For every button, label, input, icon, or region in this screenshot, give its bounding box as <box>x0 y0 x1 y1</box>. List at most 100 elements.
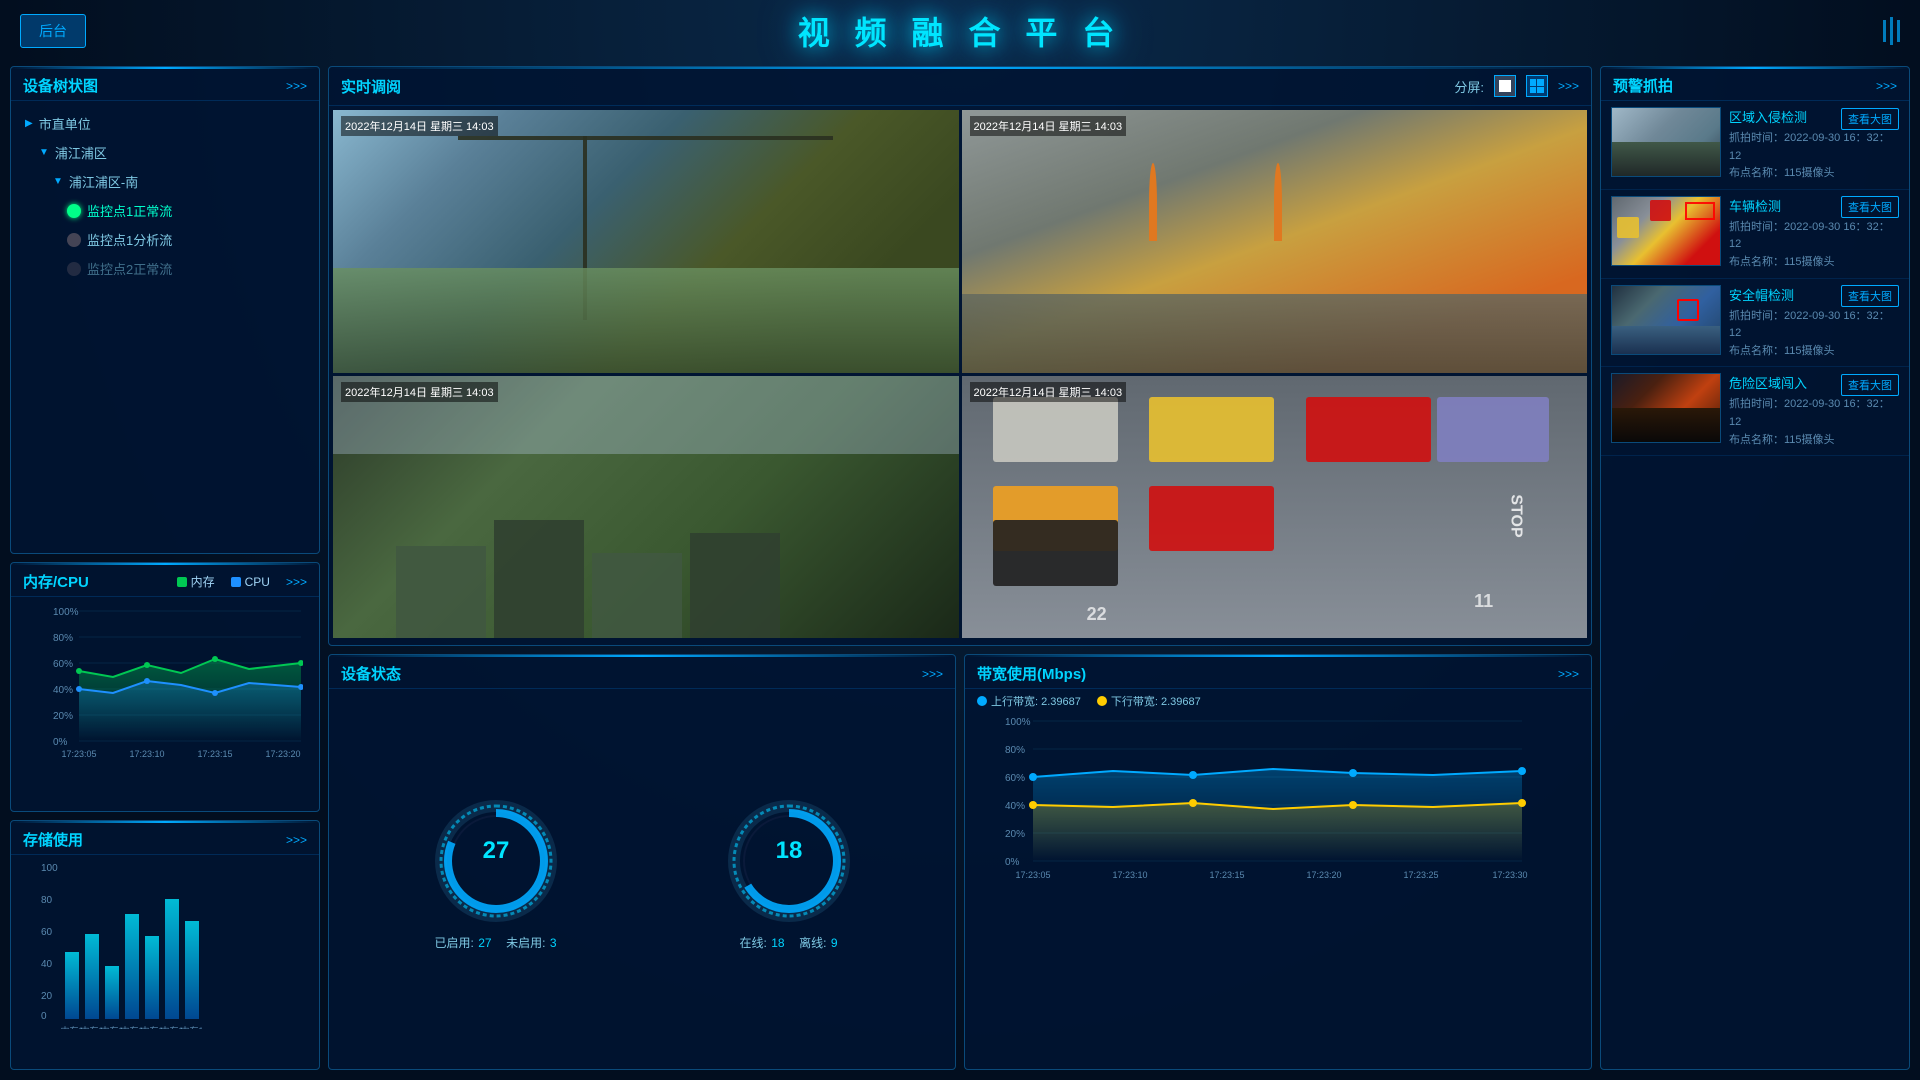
tree-item-pu-south[interactable]: ▼ 浦江浦区-南 <box>23 167 307 196</box>
alert-info-3: 安全帽检测 查看大图 抓拍时间：2022-09-30 16：32：12 布点名称… <box>1729 285 1899 361</box>
device-tree-more[interactable]: >>> <box>286 79 307 93</box>
svg-text:20%: 20% <box>53 711 73 722</box>
svg-text:0%: 0% <box>53 737 68 748</box>
svg-text:60: 60 <box>41 927 53 938</box>
tree-item-pu[interactable]: ▼ 浦江浦区 <box>23 138 307 167</box>
status-icon-green <box>67 204 81 218</box>
alert-camera-4: 布点名称：115摄像头 <box>1729 432 1899 450</box>
svg-text:20%: 20% <box>1005 829 1025 840</box>
mem-cpu-chart: 100% 80% 60% 40% 20% 0% <box>11 597 319 774</box>
alert-view-btn-1[interactable]: 查看大图 <box>1841 108 1899 130</box>
alert-title-4: 危险区域闯入 <box>1729 373 1807 392</box>
split-4-button[interactable] <box>1526 75 1548 97</box>
donut-online: 18 在线: 18 离线: 9 <box>724 796 854 952</box>
alert-panel: 预警抓拍 >>> 区域入侵检测 查看大图 <box>1600 66 1910 1070</box>
tree-label: 浦江浦区-南 <box>69 172 138 191</box>
disabled-label: 未启用: <box>506 936 545 950</box>
video-cell-3[interactable]: 2022年12月14日 星期三 14:03 <box>333 376 959 639</box>
device-status-more[interactable]: >>> <box>922 667 943 681</box>
status-icon-gray <box>67 233 81 247</box>
video-cell-2[interactable]: 2022年12月14日 星期三 14:03 <box>962 110 1588 373</box>
svg-text:17:23:15: 17:23:15 <box>197 749 232 759</box>
tree-item-monitor1-analysis[interactable]: 监控点1分析流 <box>23 225 307 254</box>
video-cell-1[interactable]: 2022年12月14日 星期三 14:03 <box>333 110 959 373</box>
alert-camera-2: 布点名称：115摄像头 <box>1729 254 1899 272</box>
alert-camera-1: 布点名称：115摄像头 <box>1729 165 1899 183</box>
donut-label-enabled: 已启用: 27 未启用: 3 <box>434 934 556 952</box>
alert-capture-time-1: 抓拍时间：2022-09-30 16：32：12 <box>1729 130 1899 165</box>
svg-text:0: 0 <box>41 1011 47 1022</box>
alert-title-2: 车辆检测 <box>1729 196 1781 215</box>
alert-title: 预警抓拍 <box>1613 75 1673 96</box>
svg-text:40: 40 <box>41 959 53 970</box>
mem-cpu-header: 内存/CPU 内存 CPU >>> <box>11 563 319 597</box>
svg-text:17:23:05: 17:23:05 <box>1015 870 1050 880</box>
tree-item-city[interactable]: ▶ 市直单位 <box>23 109 307 138</box>
tree-item-monitor1[interactable]: 监控点1正常流 <box>23 196 307 225</box>
page-title: 视 频 融 合 平 台 <box>798 8 1122 54</box>
video-cell-4[interactable]: 2022年12月14日 星期三 14:03 STOP <box>962 376 1588 639</box>
svg-text:17:23:05: 17:23:05 <box>61 749 96 759</box>
alert-header-row-3: 安全帽检测 查看大图 <box>1729 285 1899 308</box>
online-label: 在线: <box>739 936 766 950</box>
bandwidth-more[interactable]: >>> <box>1558 667 1579 681</box>
video-grid: 2022年12月14日 星期三 14:03 2022年12月14日 星期三 14… <box>329 106 1591 642</box>
donut-svg-enabled: 27 <box>431 796 561 926</box>
alert-more[interactable]: >>> <box>1876 79 1897 93</box>
svg-text:60%: 60% <box>1005 773 1025 784</box>
video-title: 实时调阅 <box>341 76 401 97</box>
legend-dot-upload <box>977 696 987 706</box>
legend-dot-memory <box>177 577 187 587</box>
alert-meta-4: 抓拍时间：2022-09-30 16：32：12 布点名称：115摄像头 <box>1729 396 1899 449</box>
alert-header-row-2: 车辆检测 查看大图 <box>1729 196 1899 219</box>
storage-panel: 存储使用 >>> 100 80 60 40 20 0 <box>10 820 320 1070</box>
alert-view-btn-2[interactable]: 查看大图 <box>1841 196 1899 218</box>
video-more[interactable]: >>> <box>1558 79 1579 93</box>
storage-more[interactable]: >>> <box>286 833 307 847</box>
alert-camera-3: 布点名称：115摄像头 <box>1729 343 1899 361</box>
storage-svg: 100 80 60 40 20 0 <box>23 859 303 1029</box>
back-button[interactable]: 后台 <box>20 14 86 48</box>
alert-capture-time-3: 抓拍时间：2022-09-30 16：32：12 <box>1729 308 1899 343</box>
svg-text:17:23:20: 17:23:20 <box>265 749 300 759</box>
video-timestamp-2: 2022年12月14日 星期三 14:03 <box>970 116 1127 136</box>
alert-meta-3: 抓拍时间：2022-09-30 16：32：12 布点名称：115摄像头 <box>1729 308 1899 361</box>
alert-title-3: 安全帽检测 <box>1729 285 1794 304</box>
split-1-button[interactable] <box>1494 75 1516 97</box>
mem-cpu-more[interactable]: >>> <box>286 575 307 589</box>
legend-memory: 内存 <box>177 573 215 590</box>
device-tree-header: 设备树状图 >>> <box>11 67 319 101</box>
donut-container: 27 已启用: 27 未启用: 3 <box>329 689 955 1058</box>
svg-text:17:23:10: 17:23:10 <box>129 749 164 759</box>
bandwidth-chart: 100% 80% 60% 40% 20% 0% <box>965 713 1591 896</box>
alert-header-row-4: 危险区域闯入 查看大图 <box>1729 373 1899 396</box>
disabled-count: 3 <box>550 936 557 950</box>
right-column: 预警抓拍 >>> 区域入侵检测 查看大图 <box>1600 66 1910 1070</box>
alert-header-row-1: 区域入侵检测 查看大图 <box>1729 107 1899 130</box>
alert-view-btn-3[interactable]: 查看大图 <box>1841 285 1899 307</box>
svg-text:80: 80 <box>41 895 53 906</box>
svg-text:17:23:10: 17:23:10 <box>1112 870 1147 880</box>
alert-capture-time-2: 抓拍时间：2022-09-30 16：32：12 <box>1729 219 1899 254</box>
header: 后台 视 频 融 合 平 台 <box>0 0 1920 62</box>
tree-item-monitor2[interactable]: 监控点2正常流 <box>23 254 307 283</box>
video-timestamp-3: 2022年12月14日 星期三 14:03 <box>341 382 498 402</box>
legend-label-download: 下行带宽: 2.39687 <box>1111 693 1201 709</box>
svg-text:60%: 60% <box>53 659 73 670</box>
alert-item-2: 车辆检测 查看大图 抓拍时间：2022-09-30 16：32：12 布点名称：… <box>1601 190 1909 279</box>
alert-item-3: 安全帽检测 查看大图 抓拍时间：2022-09-30 16：32：12 布点名称… <box>1601 279 1909 368</box>
mem-cpu-svg: 100% 80% 60% 40% 20% 0% <box>23 601 303 761</box>
legend-dot-cpu <box>231 577 241 587</box>
tree-arrow: ▶ <box>25 118 33 129</box>
bandwidth-title: 带宽使用(Mbps) <box>977 663 1086 684</box>
enabled-label: 已启用: <box>434 936 473 950</box>
alert-info-2: 车辆检测 查看大图 抓拍时间：2022-09-30 16：32：12 布点名称：… <box>1729 196 1899 272</box>
offline-count: 9 <box>831 936 838 950</box>
alert-thumb-4 <box>1611 373 1721 443</box>
tree-label: 浦江浦区 <box>55 143 107 162</box>
alert-title-1: 区域入侵检测 <box>1729 107 1807 126</box>
tree-label: 监控点1正常流 <box>87 201 172 220</box>
alert-info-4: 危险区域闯入 查看大图 抓拍时间：2022-09-30 16：32：12 布点名… <box>1729 373 1899 449</box>
svg-text:27: 27 <box>482 837 509 864</box>
alert-view-btn-4[interactable]: 查看大图 <box>1841 374 1899 396</box>
